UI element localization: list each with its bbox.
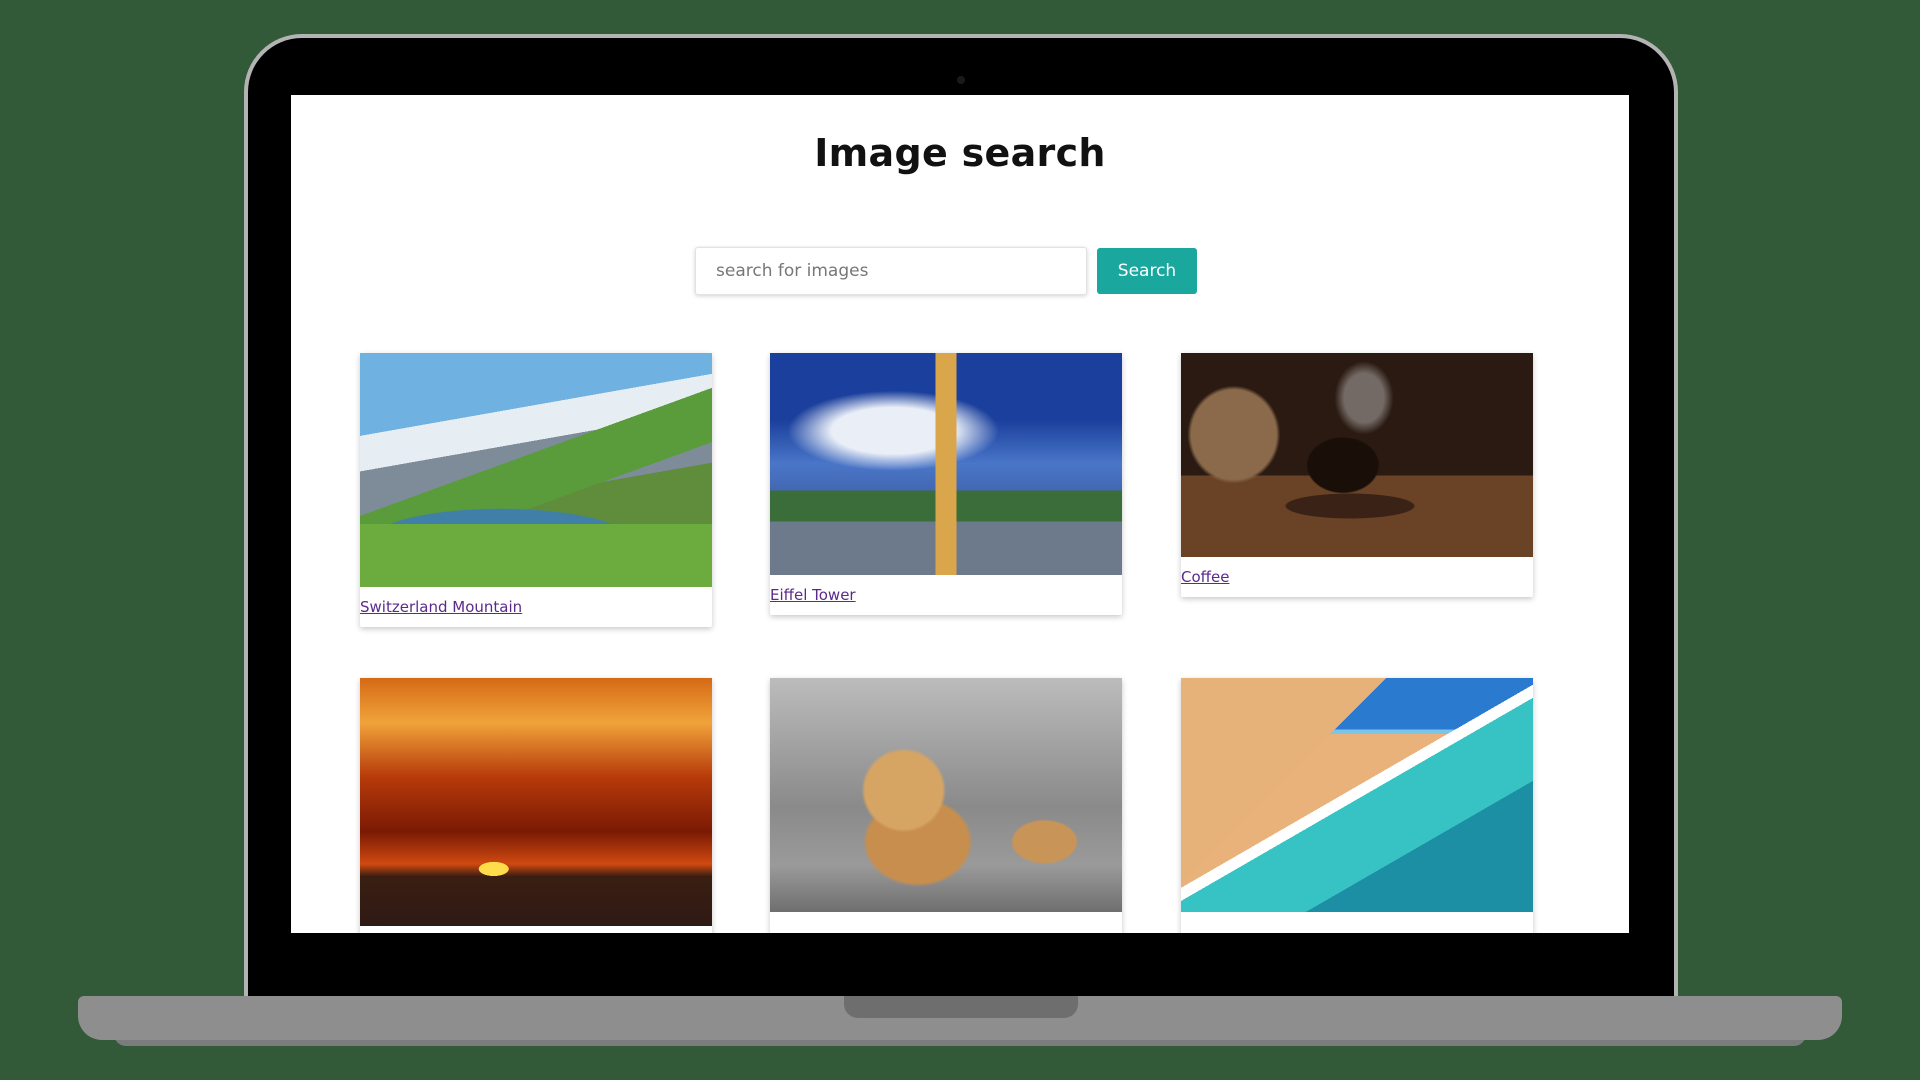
result-card[interactable]: Switzerland Mountain <box>360 353 712 627</box>
persian-cat-image[interactable] <box>770 678 1122 912</box>
coffee-cup-image[interactable] <box>1181 353 1533 557</box>
result-card[interactable]: Coffee <box>1181 353 1533 597</box>
stage: Image search Search Switzerland Mountain… <box>0 0 1920 1080</box>
result-link[interactable] <box>360 926 712 933</box>
result-card[interactable] <box>360 678 712 933</box>
results-grid: Switzerland Mountain Eiffel Tower Coffee <box>291 95 1629 933</box>
mountain-lake-image[interactable] <box>360 353 712 587</box>
result-link[interactable] <box>770 912 1122 933</box>
result-link[interactable]: Switzerland Mountain <box>360 587 712 627</box>
webcam <box>957 76 965 84</box>
sunset-image[interactable] <box>360 678 712 926</box>
result-link[interactable] <box>1181 912 1533 933</box>
eiffel-tower-image[interactable] <box>770 353 1122 575</box>
beach-image[interactable] <box>1181 678 1533 912</box>
result-link[interactable]: Coffee <box>1181 557 1533 597</box>
result-card[interactable]: Eiffel Tower <box>770 353 1122 615</box>
browser-screen: Image search Search Switzerland Mountain… <box>291 95 1629 933</box>
result-card[interactable] <box>770 678 1122 933</box>
result-link[interactable]: Eiffel Tower <box>770 575 1122 615</box>
result-card[interactable] <box>1181 678 1533 933</box>
laptop-notch <box>844 996 1078 1018</box>
